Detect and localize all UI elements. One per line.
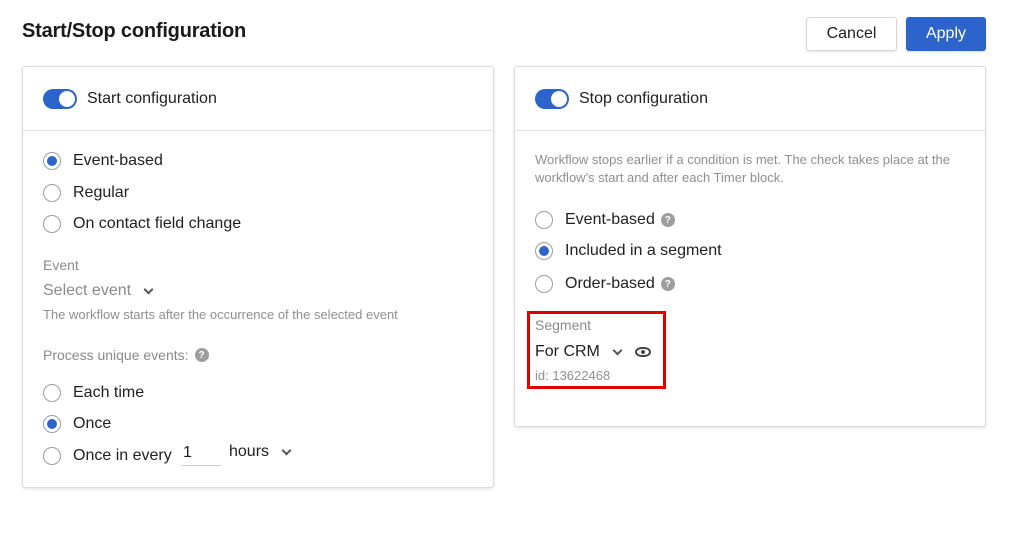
process-unique-events-text: Process unique events: [43,347,189,363]
event-select[interactable]: Select event [43,282,154,300]
radio-label: On contact field change [73,215,242,232]
radio-start-regular[interactable]: Regular [43,184,129,202]
segment-select-value: For CRM [535,343,600,360]
start-configuration-label: Start configuration [87,89,217,107]
radio-label: Once in every [73,447,172,464]
stop-card-header: Stop configuration [515,67,985,131]
radio-start-on-contact-field-change[interactable]: On contact field change [43,215,241,233]
event-select-value: Select event [43,282,132,299]
page-title: Start/Stop configuration [22,20,247,42]
radio-order-based[interactable]: Order-based ? [535,275,675,293]
help-icon[interactable]: ? [660,213,675,227]
radio-included-in-segment[interactable]: Included in a segment [535,242,722,260]
interval-input[interactable] [181,440,221,466]
radio-button[interactable] [43,447,61,465]
radio-once-in-every[interactable]: Once in every [43,447,172,465]
radio-start-event-based[interactable]: Event-based [43,152,163,170]
interval-unit-select[interactable]: hours [229,443,292,461]
radio-label: Regular [73,184,130,201]
cancel-button[interactable]: Cancel [806,17,897,51]
radio-each-time[interactable]: Each time [43,384,144,402]
help-icon[interactable]: ? [194,348,209,362]
event-label: Event [43,257,79,273]
segment-select[interactable]: For CRM [535,343,651,361]
radio-button[interactable] [43,384,61,402]
help-icon[interactable]: ? [660,277,675,291]
radio-button[interactable] [43,184,61,202]
radio-button[interactable] [535,242,553,260]
radio-stop-event-based[interactable]: Event-based ? [535,211,675,229]
stop-description: Workflow stops earlier if a condition is… [535,152,950,185]
apply-button[interactable]: Apply [906,17,986,51]
radio-once[interactable]: Once [43,415,111,433]
chevron-down-icon [143,284,154,294]
stop-configuration-card: Stop configuration Workflow stops earlie… [514,66,986,427]
start-configuration-toggle[interactable] [43,88,77,109]
start-card-header: Start configuration [23,67,493,131]
radio-label: Included in a segment [565,242,722,259]
radio-label: Each time [73,384,145,401]
radio-label: Event-based [73,152,163,169]
start-stop-config-page: Start/Stop configuration Cancel Apply St… [0,0,1012,542]
segment-label: Segment [535,317,592,333]
radio-label: Order-based [565,275,655,292]
event-hint: The workflow starts after the occurrence… [43,307,398,322]
radio-button[interactable] [43,152,61,170]
radio-button[interactable] [43,415,61,433]
chevron-down-icon [612,345,623,355]
start-configuration-card: Start configuration Event-based Regular … [22,66,494,488]
segment-id: id: 13622468 [535,368,611,383]
stop-configuration-label: Stop configuration [579,89,708,107]
eye-icon[interactable] [634,347,651,357]
process-unique-events-label: Process unique events: ? [43,347,209,363]
interval-unit-value: hours [229,443,270,460]
chevron-down-icon [281,445,292,455]
radio-button[interactable] [535,211,553,229]
radio-button[interactable] [535,275,553,293]
radio-button[interactable] [43,215,61,233]
radio-label: Event-based [565,211,655,228]
stop-configuration-toggle[interactable] [535,88,569,109]
radio-label: Once [73,415,112,432]
